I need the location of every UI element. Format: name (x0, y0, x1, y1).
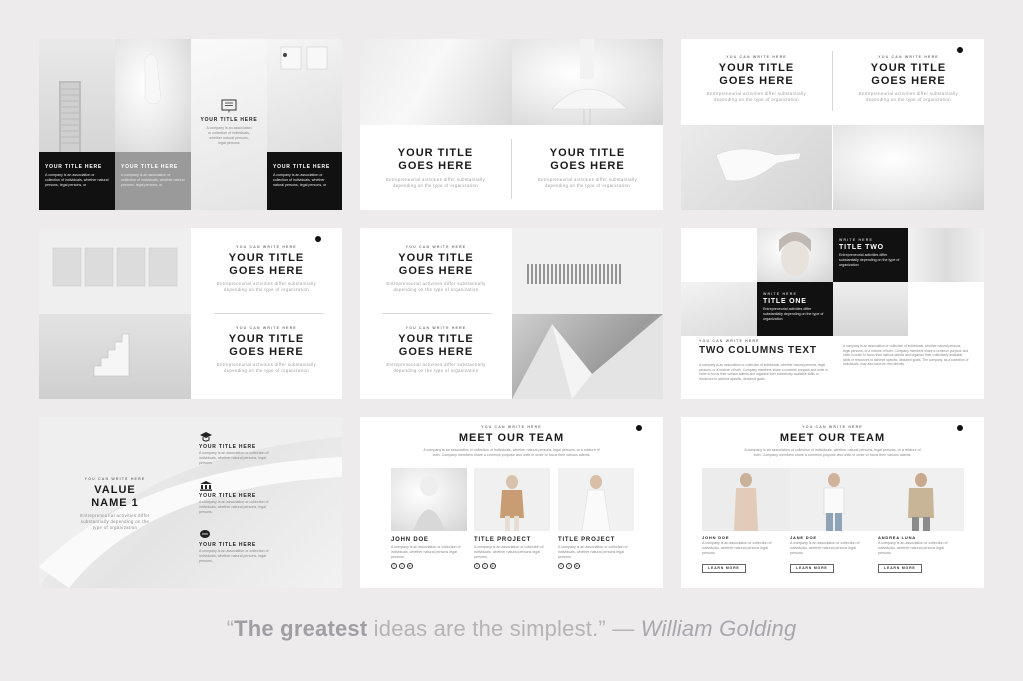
bottom-text-block: YOU CAN WRITE HERE YOUR TITLE GOES HERE … (216, 326, 317, 373)
title-two-box: WRITE HERE TITLE TWO Entrepreneurial act… (833, 228, 908, 282)
slide-3[interactable]: YOU CAN WRITE HERE YOUR TITLE GOES HERE … (681, 39, 984, 210)
left-text-block: YOU CAN WRITE HERE YOUR TITLE GOES HERE … (706, 55, 807, 102)
feature-box-grey: YOUR TITLE HERE A company is an associat… (115, 152, 191, 210)
top-text-block: YOU CAN WRITE HERE YOUR TITLE GOES HERE … (216, 245, 317, 292)
learn-more-button[interactable]: LEARN MORE (878, 563, 922, 573)
facebook-icon[interactable]: f (474, 563, 480, 569)
quote-author: William Golding (640, 616, 797, 641)
slide-4[interactable]: YOU CAN WRITE HERE YOUR TITLE GOES HERE … (39, 228, 342, 399)
value-item-2: YOUR TITLE HERE A company is an associat… (199, 480, 269, 515)
value-item-1: YOUR TITLE HERE A company is an associat… (199, 431, 269, 466)
feature-box-black-left: YOUR TITLE HERE A company is an associat… (39, 152, 115, 210)
photo-tiles (39, 228, 191, 314)
photo-stairs (39, 314, 191, 399)
team-member-3: TITLE PROJECT A company is an associatio… (558, 537, 634, 569)
slide-5[interactable]: YOU CAN WRITE HERE YOUR TITLE GOES HERE … (360, 228, 663, 399)
center-body: A company is an association or collectio… (206, 126, 252, 145)
chat-bubbles-icon (200, 530, 210, 538)
photo-hands (115, 39, 191, 152)
team-member-2: JANE DOE A company is an association or … (790, 535, 870, 574)
team-member-1: JOHN DOE A company is an association or … (391, 537, 467, 569)
linkedin-icon[interactable]: in (574, 563, 580, 569)
team-header: YOU CAN WRITE HERE MEET OUR TEAM A compa… (423, 425, 600, 457)
team-member-1: JOHN DOE A company is an association or … (702, 535, 782, 574)
graduation-cap-icon (200, 432, 212, 442)
social-links: f t in (558, 563, 634, 569)
column-1-text: A company is an association or collectio… (699, 363, 828, 381)
photo-wall (833, 282, 908, 336)
column-2-text: A company is an association or collectio… (843, 344, 969, 367)
slide-8[interactable]: YOU CAN WRITE HERE MEET OUR TEAM A compa… (360, 417, 663, 588)
slide-6[interactable]: WRITE HERE TITLE TWO Entrepreneurial act… (681, 228, 984, 399)
learn-more-button[interactable]: LEARN MORE (702, 563, 746, 573)
right-text-block: YOUR TITLE GOES HERE Entrepreneurial act… (537, 147, 638, 188)
team-photo-2 (790, 468, 878, 531)
value-item-3: YOUR TITLE HERE A company is an associat… (199, 529, 269, 564)
photo-white-glove (681, 125, 832, 210)
slide-7[interactable]: YOU CAN WRITE HERE VALUE NAME 1 Entrepre… (39, 417, 342, 588)
team-photo-1 (391, 468, 467, 531)
photo-skyscraper (39, 39, 115, 152)
team-member-2: TITLE PROJECT A company is an associatio… (474, 537, 550, 569)
quote-caption: “The greatest ideas are the simplest.” —… (0, 616, 1023, 642)
corner-dot-icon (315, 236, 321, 242)
social-links: f t in (474, 563, 550, 569)
center-title: YOUR TITLE HERE (200, 117, 258, 123)
linkedin-icon[interactable]: in (490, 563, 496, 569)
divider (382, 313, 492, 314)
twitter-icon[interactable]: t (482, 563, 488, 569)
right-text-block: YOU CAN WRITE HERE YOUR TITLE GOES HERE … (858, 55, 959, 102)
twitter-icon[interactable]: t (399, 563, 405, 569)
left-text-block: YOUR TITLE GOES HERE Entrepreneurial act… (385, 147, 486, 188)
divider (832, 51, 833, 111)
photo-paper-fold (681, 282, 757, 336)
feature-box-black-right: YOUR TITLE HERE A company is an associat… (267, 152, 342, 210)
slide-2[interactable]: YOUR TITLE GOES HERE Entrepreneurial act… (360, 39, 663, 210)
quote-bold: The greatest (234, 616, 368, 641)
two-columns-heading: YOU CAN WRITE HERE TWO COLUMNS TEXT (699, 339, 817, 356)
top-text-block: YOU CAN WRITE HERE YOUR TITLE GOES HERE … (386, 245, 486, 292)
team-photo-3 (878, 468, 964, 531)
photo-folds (908, 228, 984, 282)
photo-folded-paper (512, 314, 663, 399)
twitter-icon[interactable]: t (566, 563, 572, 569)
linkedin-icon[interactable]: in (407, 563, 413, 569)
photo-barcode-wall (512, 228, 663, 314)
slide-1[interactable]: YOUR TITLE HERE A company is an associat… (39, 39, 342, 210)
value-block: YOU CAN WRITE HERE VALUE NAME 1 Entrepre… (80, 477, 150, 530)
photo-portrait (757, 228, 833, 282)
photo-dancer (512, 39, 663, 125)
photo-frames (267, 39, 342, 152)
bank-icon (200, 481, 212, 491)
quote-rest: ideas are the simplest.” (367, 616, 606, 641)
photo-architecture (833, 125, 984, 210)
facebook-icon[interactable]: f (391, 563, 397, 569)
team-photo-3 (558, 468, 634, 531)
social-links: f t in (391, 563, 467, 569)
team-photo-1 (702, 468, 790, 531)
title-one-box: WRITE HERE TITLE ONE Entrepreneurial act… (757, 282, 833, 336)
team-header: YOU CAN WRITE HERE MEET OUR TEAM A compa… (744, 425, 921, 457)
divider (214, 313, 324, 314)
learn-more-button[interactable]: LEARN MORE (790, 563, 834, 573)
center-feature: YOUR TITLE HERE A company is an associat… (191, 99, 267, 146)
slide-9[interactable]: YOU CAN WRITE HERE MEET OUR TEAM A compa… (681, 417, 984, 588)
quote-dash: — (605, 616, 641, 641)
team-photo-2 (474, 468, 550, 531)
facebook-icon[interactable]: f (558, 563, 564, 569)
bottom-text-block: YOU CAN WRITE HERE YOUR TITLE GOES HERE … (386, 326, 486, 373)
photo-paper-texture (360, 39, 512, 125)
corner-dot-icon (957, 47, 963, 53)
presentation-icon (220, 99, 238, 113)
skyscraper-illustration (59, 81, 81, 152)
team-member-3: ANDREA LUNA A company is an association … (878, 535, 958, 574)
